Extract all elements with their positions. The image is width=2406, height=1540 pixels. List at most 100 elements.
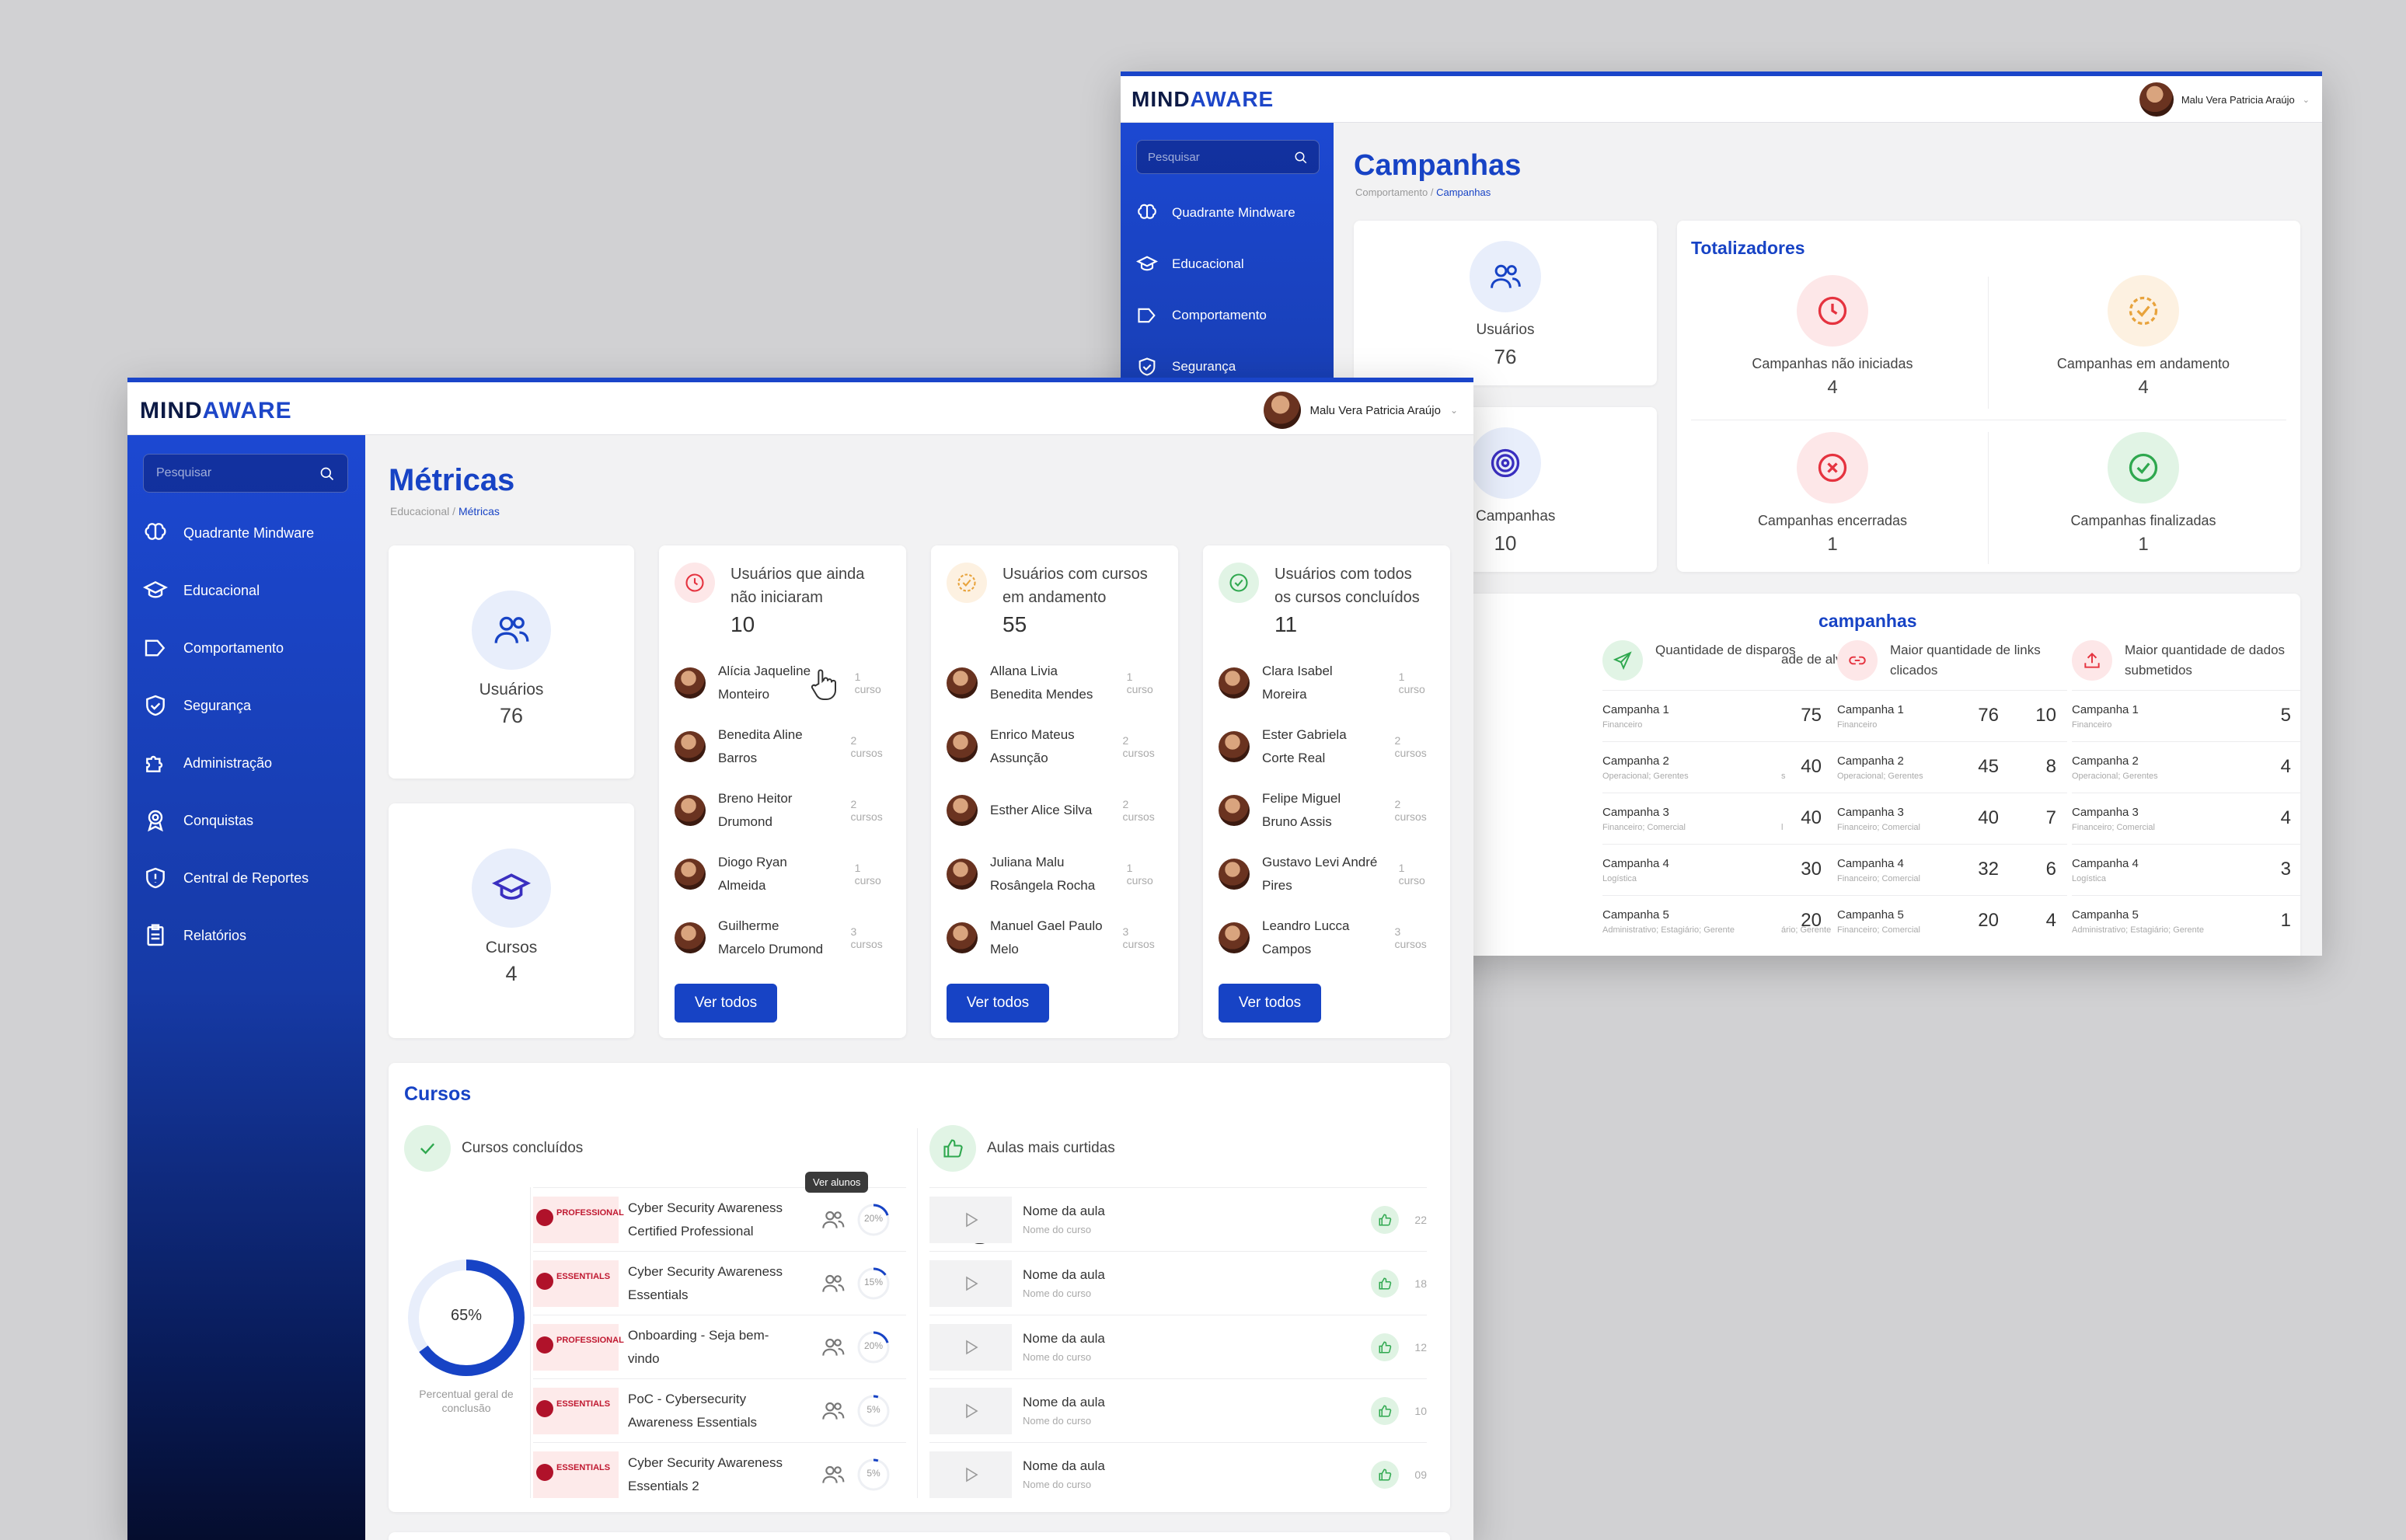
ver-alunos-tooltip: Ver alunos <box>805 1172 869 1193</box>
check-circle-icon <box>1219 563 1259 603</box>
table-row[interactable]: Campanha 3 Financeiro; Comercial 7 <box>1837 793 2067 844</box>
lesson-row[interactable]: Nome da aula Nome do curso 12 <box>929 1315 1427 1378</box>
course-row[interactable]: PROFESSIONAL Cyber Security Awareness Cer… <box>533 1187 906 1251</box>
table-row[interactable]: Campanha 2 Operacional; Gerentes 8 <box>1837 741 2067 793</box>
play-icon[interactable] <box>929 1196 1012 1243</box>
sidebar-item-quadrante[interactable]: Quadrante Mindware <box>1136 202 1295 224</box>
table-row[interactable]: Campanha 5 Administrativo; Estagiário; Ge… <box>2072 895 2302 946</box>
chevron-down-icon: ⌄ <box>1449 405 1458 416</box>
list-item[interactable]: Leandro Lucca Campos 3 cursos <box>1219 906 1431 970</box>
col-links: Maior quantidade de links clicados Campa… <box>1837 640 2067 946</box>
course-row[interactable]: PROFESSIONAL Onboarding - Seja bem-vindo… <box>533 1315 906 1378</box>
table-row[interactable]: Campanha 5 Administrativo; Estagiário; Ge… <box>1602 895 1832 946</box>
sidebar-item-conquistas[interactable]: Conquistas <box>143 808 253 833</box>
progress-check-icon <box>947 563 987 603</box>
list-item[interactable]: Manuel Gael Paulo Melo 3 cursos <box>947 906 1159 970</box>
sidebar-item-comportamento[interactable]: Comportamento <box>143 636 284 660</box>
search-input[interactable]: Pesquisar <box>143 454 348 493</box>
table-row[interactable]: Campanha 3 Financeiro; Comercial 40 <box>1602 793 1832 844</box>
course-progress: 20% <box>856 1330 891 1364</box>
table-row[interactable]: Campanha 4 Logística 30 <box>1602 844 1832 895</box>
ver-todos-button[interactable]: Ver todos <box>675 984 777 1023</box>
table-row[interactable]: Campanha 3 Financeiro; Comercial 4 <box>2072 793 2302 844</box>
lesson-row[interactable]: Nome da aula Nome do curso 18 <box>929 1251 1427 1315</box>
user-menu[interactable]: Malu Vera Patricia Araújo ⌄ <box>1263 392 1458 429</box>
users-icon[interactable] <box>821 1207 846 1232</box>
thumbs-up-icon[interactable] <box>1371 1460 1399 1489</box>
list-item[interactable]: Diogo Ryan Almeida 1 curso <box>675 842 887 906</box>
sidebar-item-educacional[interactable]: Educacional <box>143 578 260 603</box>
brain-icon <box>1138 204 1156 219</box>
logo[interactable]: MINDAWARE <box>1132 87 1274 112</box>
tot-encerradas: Campanhas encerradas 1 <box>1685 432 1980 556</box>
table-row[interactable]: Campanha 4 Financeiro; Comercial 6 <box>1837 844 2067 895</box>
course-row[interactable]: ESSENTIALS PoC - Cybersecurity Awareness … <box>533 1378 906 1442</box>
list-item[interactable]: Benedita Aline Barros 2 cursos <box>675 715 887 779</box>
play-icon[interactable] <box>929 1451 1012 1498</box>
users-icon[interactable] <box>821 1335 846 1360</box>
table-row[interactable]: Campanha 1 Financeiro 75 <box>1602 690 1832 741</box>
avatar <box>675 859 706 890</box>
page-title: Campanhas <box>1354 149 1522 182</box>
table-row[interactable]: Campanha 1 Financeiro 5 <box>2072 690 2302 741</box>
sidebar-item-reportes[interactable]: Central de Reportes <box>143 866 309 890</box>
lesson-row[interactable]: Nome da aula Nome do curso 22 <box>929 1187 1427 1251</box>
list-item[interactable]: Alícia Jaqueline Monteiro 1 curso <box>675 651 887 715</box>
avatar <box>947 922 978 953</box>
table-row[interactable]: Campanha 4 Logística 3 <box>2072 844 2302 895</box>
clipboard-icon <box>147 924 164 946</box>
tot-finalizadas: Campanhas finalizadas 1 <box>1996 432 2291 556</box>
sidebar-item-relatorios[interactable]: Relatórios <box>143 923 246 948</box>
users-icon[interactable] <box>821 1271 846 1296</box>
avatar <box>947 667 978 699</box>
list-item[interactable]: Enrico Mateus Assunção 2 cursos <box>947 715 1159 779</box>
shield-icon <box>1138 357 1156 376</box>
avatar <box>675 922 706 953</box>
course-row[interactable]: ESSENTIALS Cyber Security Awareness Essen… <box>533 1442 906 1506</box>
table-row[interactable]: Campanha 2 Operacional; Gerentes 4 <box>2072 741 2302 793</box>
graduation-cap-icon <box>472 848 551 928</box>
list-item[interactable]: Clara Isabel Moreira 1 curso <box>1219 651 1431 715</box>
shield-icon <box>146 695 165 716</box>
play-icon[interactable] <box>929 1260 1012 1307</box>
course-row[interactable]: ESSENTIALS Cyber Security Awareness Essen… <box>533 1251 906 1315</box>
users-icon[interactable] <box>821 1462 846 1487</box>
sidebar-item-seguranca[interactable]: Segurança <box>1136 356 1236 378</box>
sidebar-item-educacional[interactable]: Educacional <box>1136 253 1244 275</box>
thumbs-up-icon[interactable] <box>1371 1396 1399 1425</box>
users-completed-card: Usuários com todos os cursos concluídos … <box>1203 545 1450 1038</box>
sidebar-item-administracao[interactable]: Administração <box>143 751 272 775</box>
sidebar-item-comportamento[interactable]: Comportamento <box>1136 305 1267 326</box>
thumbs-up-icon[interactable] <box>1371 1333 1399 1361</box>
list-item[interactable]: Juliana Malu Rosângela Rocha 1 curso <box>947 842 1159 906</box>
lesson-row[interactable]: Nome da aula Nome do curso 09 <box>929 1442 1427 1506</box>
list-item[interactable]: Breno Heitor Drumond 2 cursos <box>675 779 887 842</box>
lesson-row[interactable]: Nome da aula Nome do curso 10 <box>929 1378 1427 1442</box>
logo[interactable]: MINDAWARE <box>140 398 292 424</box>
users-icon[interactable] <box>821 1399 846 1423</box>
play-icon[interactable] <box>929 1323 1012 1371</box>
sidebar-item-quadrante[interactable]: Quadrante Mindware <box>143 521 314 545</box>
list-item[interactable]: Ester Gabriela Corte Real 2 cursos <box>1219 715 1431 779</box>
search-input[interactable]: Pesquisar <box>1136 140 1320 174</box>
ver-todos-button[interactable]: Ver todos <box>1219 984 1321 1023</box>
list-item[interactable]: Gustavo Levi André Pires 1 curso <box>1219 842 1431 906</box>
list-item[interactable]: Guilherme Marcelo Drumond 3 cursos <box>675 906 887 970</box>
list-item[interactable]: Felipe Miguel Bruno Assis 2 cursos <box>1219 779 1431 842</box>
list-item[interactable]: Allana Livia Benedita Mendes 1 curso <box>947 651 1159 715</box>
user-menu[interactable]: Malu Vera Patricia Araújo ⌄ <box>2139 82 2310 117</box>
table-row[interactable]: Campanha 5 Financeiro; Comercial 4 <box>1837 895 2067 946</box>
table-row[interactable]: Campanha 2 Operacional; Gerentes 40 <box>1602 741 1832 793</box>
table-row[interactable]: Campanha 1 Financeiro 10 <box>1837 690 2067 741</box>
thumbs-up-icon[interactable] <box>1371 1205 1399 1234</box>
puzzle-icon <box>146 755 163 772</box>
ver-todos-button[interactable]: Ver todos <box>947 984 1049 1023</box>
avatar <box>675 667 706 699</box>
list-item[interactable]: Esther Alice Silva 2 cursos <box>947 779 1159 842</box>
send-icon <box>1602 640 1643 681</box>
avatar <box>1219 795 1250 826</box>
next-section-card <box>389 1532 1450 1540</box>
sidebar-item-seguranca[interactable]: Segurança <box>143 693 251 718</box>
play-icon[interactable] <box>929 1387 1012 1434</box>
thumbs-up-icon[interactable] <box>1371 1269 1399 1298</box>
